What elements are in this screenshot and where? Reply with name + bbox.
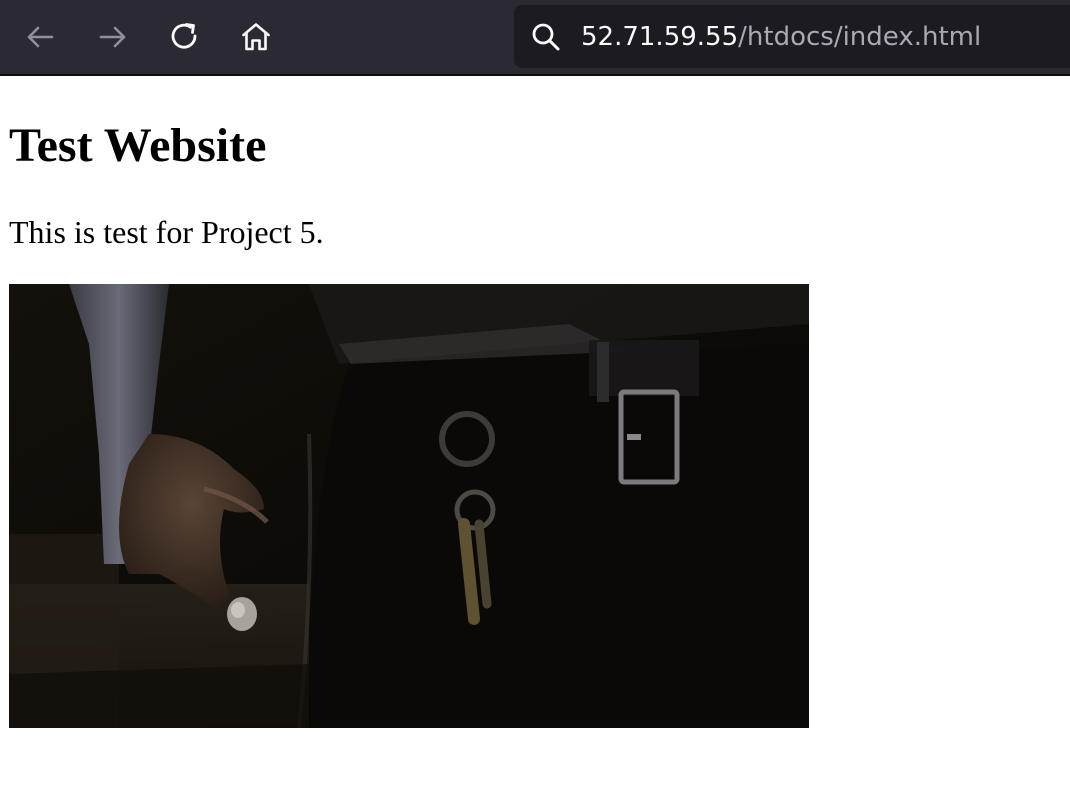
home-button[interactable]	[238, 19, 274, 55]
back-button[interactable]	[22, 19, 58, 55]
browser-toolbar: 52.71.59.55/htdocs/index.html	[0, 0, 1070, 76]
forward-button[interactable]	[95, 19, 131, 55]
arrow-right-icon	[99, 26, 126, 48]
reload-icon	[171, 23, 197, 49]
search-icon	[532, 23, 560, 51]
page-content: Test Website This is test for Project 5.	[0, 78, 1070, 792]
home-icon	[242, 23, 270, 51]
reload-button[interactable]	[167, 19, 203, 55]
url-text[interactable]: 52.71.59.55/htdocs/index.html	[581, 19, 981, 55]
url-bar[interactable]: 52.71.59.55/htdocs/index.html	[514, 5, 1070, 68]
url-path: /htdocs/index.html	[738, 22, 982, 52]
page-heading: Test Website	[9, 119, 267, 172]
page-image	[9, 284, 809, 728]
arrow-left-icon	[27, 26, 54, 48]
url-host: 52.71.59.55	[581, 22, 739, 52]
photo-illustration	[9, 284, 809, 728]
page-paragraph: This is test for Project 5.	[9, 214, 324, 250]
